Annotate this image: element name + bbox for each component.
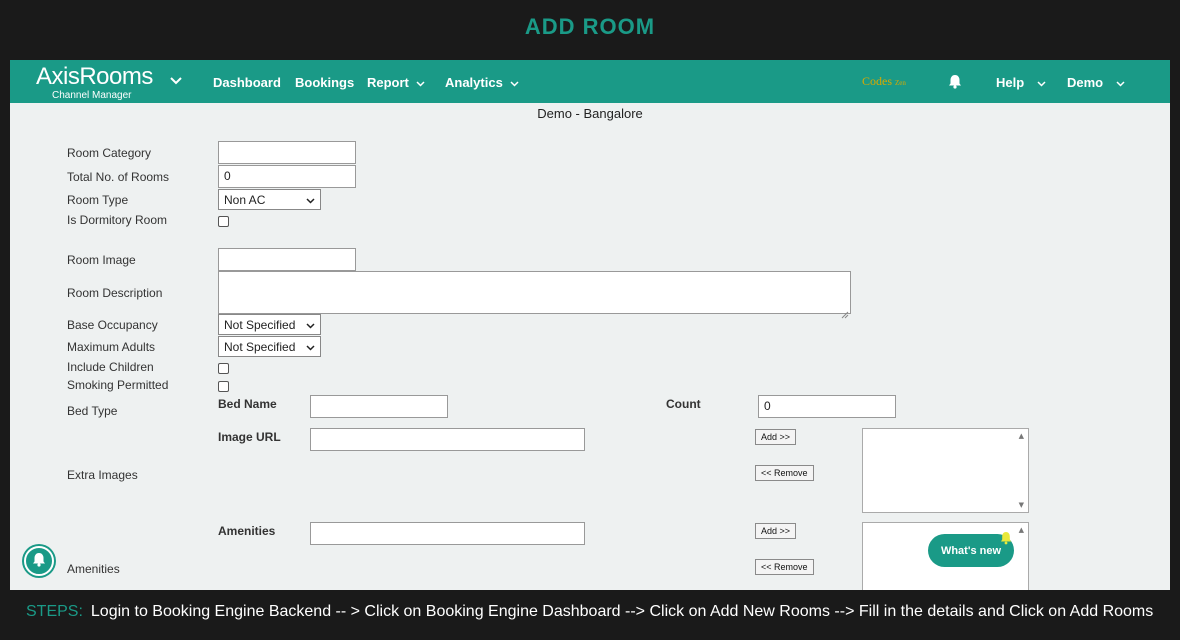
- room-image-label: Room Image: [67, 253, 136, 267]
- room-category-input[interactable]: [218, 141, 356, 164]
- bell-icon: [32, 552, 46, 571]
- base-occupancy-label: Base Occupancy: [67, 318, 158, 332]
- count-label: Count: [666, 397, 701, 411]
- bed-name-label: Bed Name: [218, 397, 277, 411]
- chevron-down-icon: [306, 340, 315, 354]
- nav-analytics[interactable]: Analytics: [445, 75, 519, 90]
- scroll-down-icon[interactable]: ▼: [1019, 501, 1024, 509]
- nav-user-menu[interactable]: Demo: [1067, 75, 1125, 90]
- steps-caption: STEPS: Login to Booking Engine Backend --…: [26, 603, 1153, 621]
- total-rooms-input[interactable]: 0: [218, 165, 356, 188]
- max-adults-value: Not Specified: [224, 339, 296, 354]
- nav-help-label: Help: [996, 75, 1025, 90]
- brand-name: AxisRooms: [36, 63, 153, 90]
- image-url-input[interactable]: [310, 428, 585, 451]
- add-image-button[interactable]: Add >>: [755, 429, 797, 445]
- nav-bookings-label: Bookings: [295, 75, 355, 90]
- include-children-label: Include Children: [67, 360, 154, 374]
- amenities-field-label: Amenities: [218, 524, 276, 538]
- scroll-up-icon[interactable]: ▲: [1019, 432, 1024, 440]
- navbar: AxisRooms Channel Manager Dashboard Book…: [10, 60, 1170, 103]
- scroll-up-icon[interactable]: ▲: [1019, 526, 1024, 534]
- max-adults-select[interactable]: Not Specified: [218, 336, 321, 357]
- nav-analytics-label: Analytics: [445, 75, 503, 90]
- image-url-label: Image URL: [218, 430, 281, 444]
- chevron-down-icon: [1116, 75, 1125, 90]
- nav-help[interactable]: Help: [996, 75, 1046, 90]
- chevron-down-icon: [416, 75, 425, 90]
- total-rooms-label: Total No. of Rooms: [67, 170, 170, 184]
- remove-amenity-button[interactable]: << Remove: [755, 559, 814, 575]
- amenities-label: Amenities: [67, 562, 120, 576]
- resize-handle-icon[interactable]: [841, 304, 849, 323]
- bed-type-label: Bed Type: [67, 404, 118, 418]
- codes-sub: Zen: [895, 79, 906, 87]
- chevron-down-icon: [510, 75, 519, 90]
- room-image-input[interactable]: [218, 248, 356, 271]
- codes-text: Codes: [862, 74, 892, 88]
- nav-report-label: Report: [367, 75, 409, 90]
- smoking-checkbox[interactable]: [218, 381, 229, 392]
- notification-bell-button[interactable]: [24, 546, 54, 576]
- nav-report[interactable]: Report: [367, 75, 425, 90]
- nav-user-label: Demo: [1067, 75, 1104, 90]
- dormitory-checkbox[interactable]: [218, 216, 229, 227]
- base-occupancy-select[interactable]: Not Specified: [218, 314, 321, 335]
- max-adults-label: Maximum Adults: [67, 340, 156, 354]
- count-input[interactable]: 0: [758, 395, 896, 418]
- dormitory-label: Is Dormitory Room: [67, 213, 168, 227]
- whats-new-button[interactable]: What's new: [928, 531, 1014, 567]
- chevron-down-icon: [306, 318, 315, 332]
- nav-dashboard-label: Dashboard: [213, 75, 281, 90]
- add-amenity-button[interactable]: Add >>: [755, 523, 797, 539]
- remove-image-button[interactable]: << Remove: [755, 465, 814, 481]
- extra-images-label: Extra Images: [67, 468, 138, 482]
- include-children-checkbox[interactable]: [218, 363, 229, 374]
- chevron-down-icon: [1037, 75, 1046, 90]
- steps-label: STEPS:: [26, 603, 83, 620]
- brand-subtitle: Channel Manager: [52, 90, 132, 101]
- amenities-input[interactable]: [310, 522, 585, 545]
- brand-logo[interactable]: AxisRooms Channel Manager: [36, 63, 153, 102]
- nav-bookings[interactable]: Bookings: [295, 75, 354, 90]
- base-occupancy-value: Not Specified: [224, 317, 296, 332]
- room-type-select[interactable]: Non AC: [218, 189, 321, 210]
- room-description-textarea[interactable]: [218, 271, 851, 314]
- steps-text: Login to Booking Engine Backend -- > Cli…: [90, 603, 1154, 620]
- extra-images-listbox[interactable]: ▲ ▼: [862, 428, 1029, 513]
- room-type-value: Non AC: [224, 192, 266, 207]
- room-category-label: Room Category: [67, 146, 152, 160]
- property-name: Demo - Bangalore: [537, 106, 643, 121]
- chevron-down-icon[interactable]: [170, 70, 182, 89]
- bell-icon[interactable]: [948, 74, 962, 93]
- smoking-label: Smoking Permitted: [67, 378, 169, 392]
- room-type-label: Room Type: [67, 193, 129, 207]
- nav-dashboard[interactable]: Dashboard: [213, 75, 281, 90]
- app-window: AxisRooms Channel Manager Dashboard Book…: [10, 60, 1170, 590]
- bed-name-input[interactable]: [310, 395, 448, 418]
- room-description-label: Room Description: [67, 286, 163, 300]
- bell-icon: [1000, 531, 1012, 548]
- banner-title: ADD ROOM: [524, 14, 656, 39]
- codes-zen-logo[interactable]: Codes Zen: [862, 74, 906, 89]
- chevron-down-icon: [306, 193, 315, 207]
- whats-new-label: What's new: [940, 544, 1002, 557]
